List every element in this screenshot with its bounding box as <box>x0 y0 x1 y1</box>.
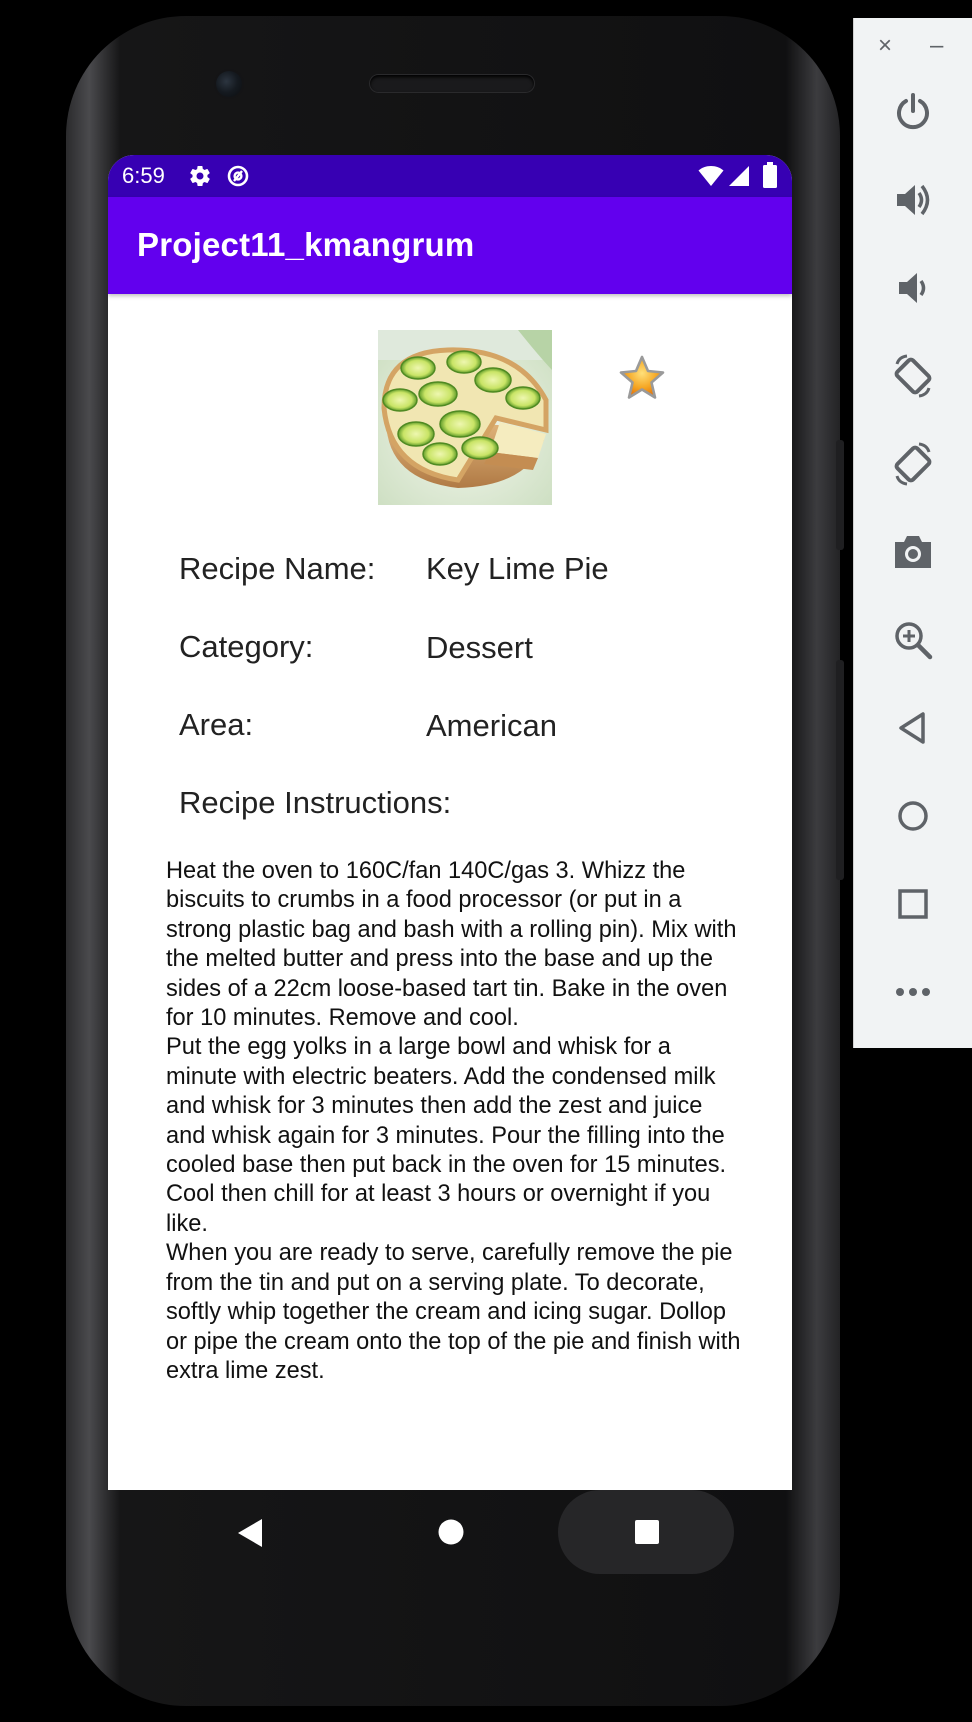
status-bar: 6:59 <box>108 155 792 197</box>
recents-icon[interactable] <box>634 1519 660 1545</box>
star-icon[interactable] <box>618 354 666 402</box>
power-icon[interactable] <box>888 87 938 137</box>
rotate-left-icon[interactable] <box>888 351 938 401</box>
earpiece-speaker <box>370 75 534 92</box>
power-side-button <box>836 440 844 550</box>
zoom-icon[interactable] <box>888 615 938 665</box>
battery-icon <box>763 162 777 188</box>
overview-icon[interactable] <box>888 879 938 929</box>
volume-up-icon[interactable] <box>888 175 938 225</box>
minimize-window-button[interactable]: – <box>930 32 943 60</box>
close-window-button[interactable]: × <box>878 32 892 60</box>
key-lime-pie-photo <box>378 330 552 505</box>
home-icon[interactable] <box>437 1518 465 1546</box>
navigation-bar <box>108 1490 792 1620</box>
instructions-label: Recipe Instructions: <box>179 785 452 820</box>
emulator-toolbar: × – <box>853 18 972 1048</box>
recipe-detail: Recipe Name: Key Lime Pie Category: Dess… <box>108 294 792 1490</box>
category-value: Dessert <box>426 630 533 665</box>
category-label: Category: <box>179 629 314 664</box>
signal-icon <box>729 166 749 186</box>
app-title: Project11_kmangrum <box>137 226 475 263</box>
recipe-instructions: Heat the oven to 160C/fan 140C/gas 3. Wh… <box>166 858 741 1384</box>
volume-down-icon[interactable] <box>888 263 938 313</box>
front-camera <box>216 71 242 97</box>
camera-icon[interactable] <box>888 527 938 577</box>
at-sign-icon <box>227 165 249 187</box>
volume-side-button <box>836 660 844 880</box>
back-icon[interactable] <box>236 1518 264 1548</box>
device-screen: 6:59 Project11_kmangrum Recipe Name: Key… <box>108 155 792 1490</box>
wifi-icon <box>698 166 724 186</box>
status-time: 6:59 <box>122 163 165 188</box>
area-value: American <box>426 708 557 743</box>
gear-icon <box>190 166 210 187</box>
rotate-right-icon[interactable] <box>888 439 938 489</box>
area-label: Area: <box>179 707 254 742</box>
recipe-name-value: Key Lime Pie <box>426 551 609 586</box>
back-icon[interactable] <box>888 703 938 753</box>
more-icon[interactable] <box>888 967 938 1017</box>
recipe-name-label: Recipe Name: <box>179 551 376 586</box>
app-bar: Project11_kmangrum <box>108 197 792 294</box>
home-icon[interactable] <box>888 791 938 841</box>
recipe-image <box>378 330 552 505</box>
